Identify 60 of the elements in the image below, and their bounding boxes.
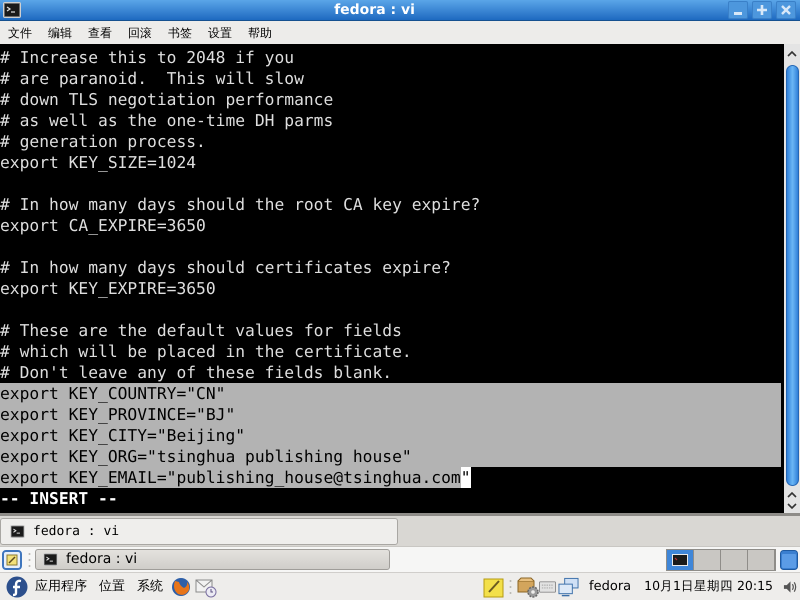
- menu-item[interactable]: 帮助: [248, 24, 272, 40]
- window-thumbnail-icon: [672, 554, 688, 566]
- scrollbar-track[interactable]: [784, 44, 800, 513]
- drag-handle-icon[interactable]: [509, 578, 512, 596]
- menu-item[interactable]: 书签: [168, 24, 192, 40]
- code-line: # These are the default values for fields: [0, 320, 402, 341]
- workspace-cell[interactable]: [721, 550, 748, 570]
- terminal-icon: [43, 553, 58, 566]
- chevron-up-icon: [787, 50, 797, 56]
- minimize-button[interactable]: [728, 1, 748, 19]
- chevron-up-icon: [787, 490, 797, 498]
- code-line: # In how many days should certificates expire?: [0, 257, 451, 278]
- window-title: fedora : vi: [334, 1, 415, 19]
- workspace-cell[interactable]: [667, 550, 694, 570]
- chevron-down-icon: [787, 503, 797, 510]
- code-line: export KEY_EXPIRE=3650: [0, 278, 216, 299]
- code-line: # Don't leave any of these fields blank.: [0, 362, 392, 383]
- keyboard-icon[interactable]: [539, 580, 556, 592]
- workspace-cell[interactable]: [748, 550, 775, 570]
- code-line: # are paranoid. This will slow: [0, 68, 304, 89]
- note-pencil-icon[interactable]: [483, 576, 506, 598]
- terminal-icon: [3, 2, 21, 18]
- code-line: # Increase this to 2048 if you: [0, 47, 294, 68]
- menu-item[interactable]: 设置: [208, 24, 232, 40]
- firefox-icon[interactable]: [171, 576, 191, 596]
- panel-menu[interactable]: 位置: [99, 576, 125, 596]
- text-cursor: ": [460, 467, 471, 488]
- drag-handle-icon[interactable]: [28, 550, 31, 568]
- close-button[interactable]: [776, 1, 796, 19]
- window-icon[interactable]: [780, 550, 798, 570]
- maximize-button[interactable]: [752, 1, 772, 19]
- fedora-logo-icon[interactable]: [6, 576, 28, 598]
- code-line: export KEY_SIZE=1024: [0, 152, 196, 173]
- code-line: # as well as the one-time DH parms: [0, 110, 334, 131]
- code-line: # generation process.: [0, 131, 206, 152]
- menu-item[interactable]: 查看: [88, 24, 112, 40]
- code-line: export CA_EXPIRE=3650: [0, 215, 206, 236]
- show-desktop-icon[interactable]: [2, 550, 22, 570]
- mode-indicator: -- INSERT --: [0, 488, 118, 509]
- network-icon[interactable]: [558, 576, 580, 596]
- panel-menu[interactable]: 系统: [137, 576, 163, 596]
- terminal-icon: [10, 525, 25, 538]
- close-icon: [781, 5, 791, 15]
- code-line: # down TLS negotiation performance: [0, 89, 334, 110]
- menu-item[interactable]: 回滚: [128, 24, 152, 40]
- scrollbar-thumb[interactable]: [786, 65, 798, 486]
- plus-icon: [757, 5, 767, 15]
- code-line: # In how many days should the root CA key expire?: [0, 194, 480, 215]
- tab[interactable]: fedora : vi: [0, 518, 398, 545]
- minimize-icon: [734, 12, 742, 15]
- menu-item[interactable]: 文件: [8, 24, 32, 40]
- menu-item[interactable]: 编辑: [48, 24, 72, 40]
- workspace-cell[interactable]: [694, 550, 721, 570]
- package-gear-icon[interactable]: [517, 576, 540, 598]
- panel-menu[interactable]: 应用程序: [35, 576, 87, 596]
- code-line: # which will be placed in the certificate.: [0, 341, 412, 362]
- window-button[interactable]: fedora : vi: [35, 549, 390, 570]
- volume-icon[interactable]: [783, 578, 798, 594]
- user-name: fedora: [589, 578, 632, 596]
- clock[interactable]: 10月1日星期四 20:15: [644, 577, 773, 596]
